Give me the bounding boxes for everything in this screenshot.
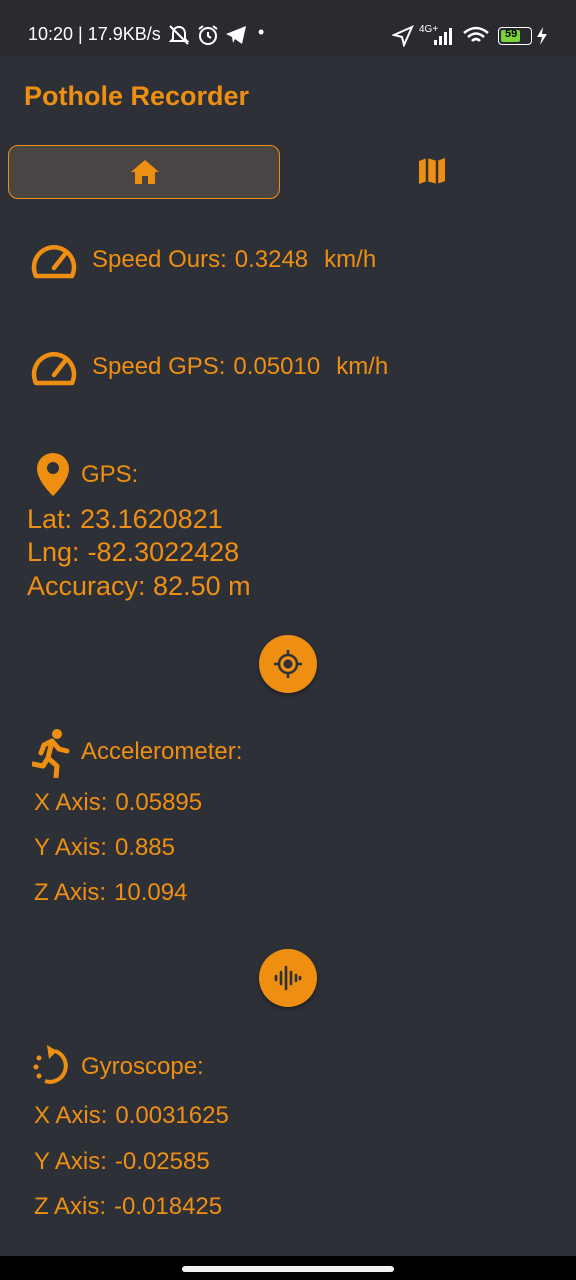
speedometer-icon [31,352,77,386]
vibration-button[interactable] [259,949,317,1007]
wifi-icon [463,26,489,42]
accel-y-value: 0.885 [114,834,175,861]
signal-icon [434,28,452,45]
accel-z-value: 10.094 [114,879,188,906]
gyroscope-heading: Gyroscope: [81,1053,204,1080]
running-icon [32,729,70,778]
speed-gps-row: Speed GPS: 0.05010 km/h [92,353,388,381]
gps-lng-value: -82.3022428 [87,537,240,567]
battery-level: 59 [505,28,518,40]
battery-icon: 59 [498,27,532,45]
gps-lng-row: Lng: -82.3022428 [27,537,239,568]
gps-lng-label: Lng: [27,537,80,567]
accelerometer-heading: Accelerometer: [81,738,243,765]
gyro-y-value: -0.02585 [114,1148,210,1175]
speed-ours-unit: km/h [324,246,377,273]
accel-x-value: 0.05895 [115,789,203,816]
gyro-y-label: Y Axis: [34,1148,107,1175]
status-time: 10:20 | 17.9KB/s [28,24,161,44]
speed-gps-label: Speed GPS: [92,353,226,380]
map-icon [419,158,445,184]
gyro-x-row: X Axis: 0.0031625 [34,1102,229,1130]
speed-gps-unit: km/h [336,353,389,380]
accel-y-label: Y Axis: [34,834,107,861]
speed-ours-row: Speed Ours: 0.3248 km/h [92,246,376,274]
gyro-x-value: 0.0031625 [115,1102,229,1129]
speed-ours-value: 0.3248 [234,246,309,273]
status-bar: 10:20 | 17.9KB/s • 4G+ 59 [0,0,576,56]
gps-lat-value: 23.1620821 [80,504,223,534]
charging-icon [537,27,547,45]
gps-accuracy: Accuracy: 82.50 m [27,571,251,601]
accel-z-label: Z Axis: [34,879,107,906]
speedometer-icon [31,245,77,279]
gyro-z-value: -0.018425 [114,1193,223,1220]
tab-home[interactable] [8,145,280,199]
accel-y-row: Y Axis: 0.885 [34,834,175,862]
gps-lat-label: Lat: [27,504,73,534]
location-arrow-icon [392,25,414,47]
graphic-eq-icon [274,965,302,991]
app-title: Pothole Recorder [24,81,250,111]
telegram-icon [226,26,246,44]
accel-x-label: X Axis: [34,789,108,816]
navigation-bar [0,1256,576,1280]
gyro-y-row: Y Axis: -0.02585 [34,1148,210,1176]
gps-lat-row: Lat: 23.1620821 [27,504,223,535]
speed-ours-label: Speed Ours: [92,246,227,273]
location-pin-icon [37,453,69,496]
gps-target-icon [274,650,302,678]
alarm-icon [198,25,218,45]
notifications-off-icon [168,25,190,45]
gyro-z-row: Z Axis: -0.018425 [34,1193,222,1221]
tab-map[interactable] [306,145,558,199]
accel-z-row: Z Axis: 10.094 [34,879,187,907]
speed-gps-value: 0.05010 [233,353,321,380]
gyro-z-label: Z Axis: [34,1193,107,1220]
more-dot-icon: • [258,22,265,42]
accel-x-row: X Axis: 0.05895 [34,789,202,817]
home-icon [131,160,159,184]
locate-button[interactable] [259,635,317,693]
rotate-icon [33,1045,68,1084]
gps-heading: GPS: [81,461,139,488]
gyro-x-label: X Axis: [34,1102,108,1129]
home-gesture-handle[interactable] [182,1266,394,1272]
